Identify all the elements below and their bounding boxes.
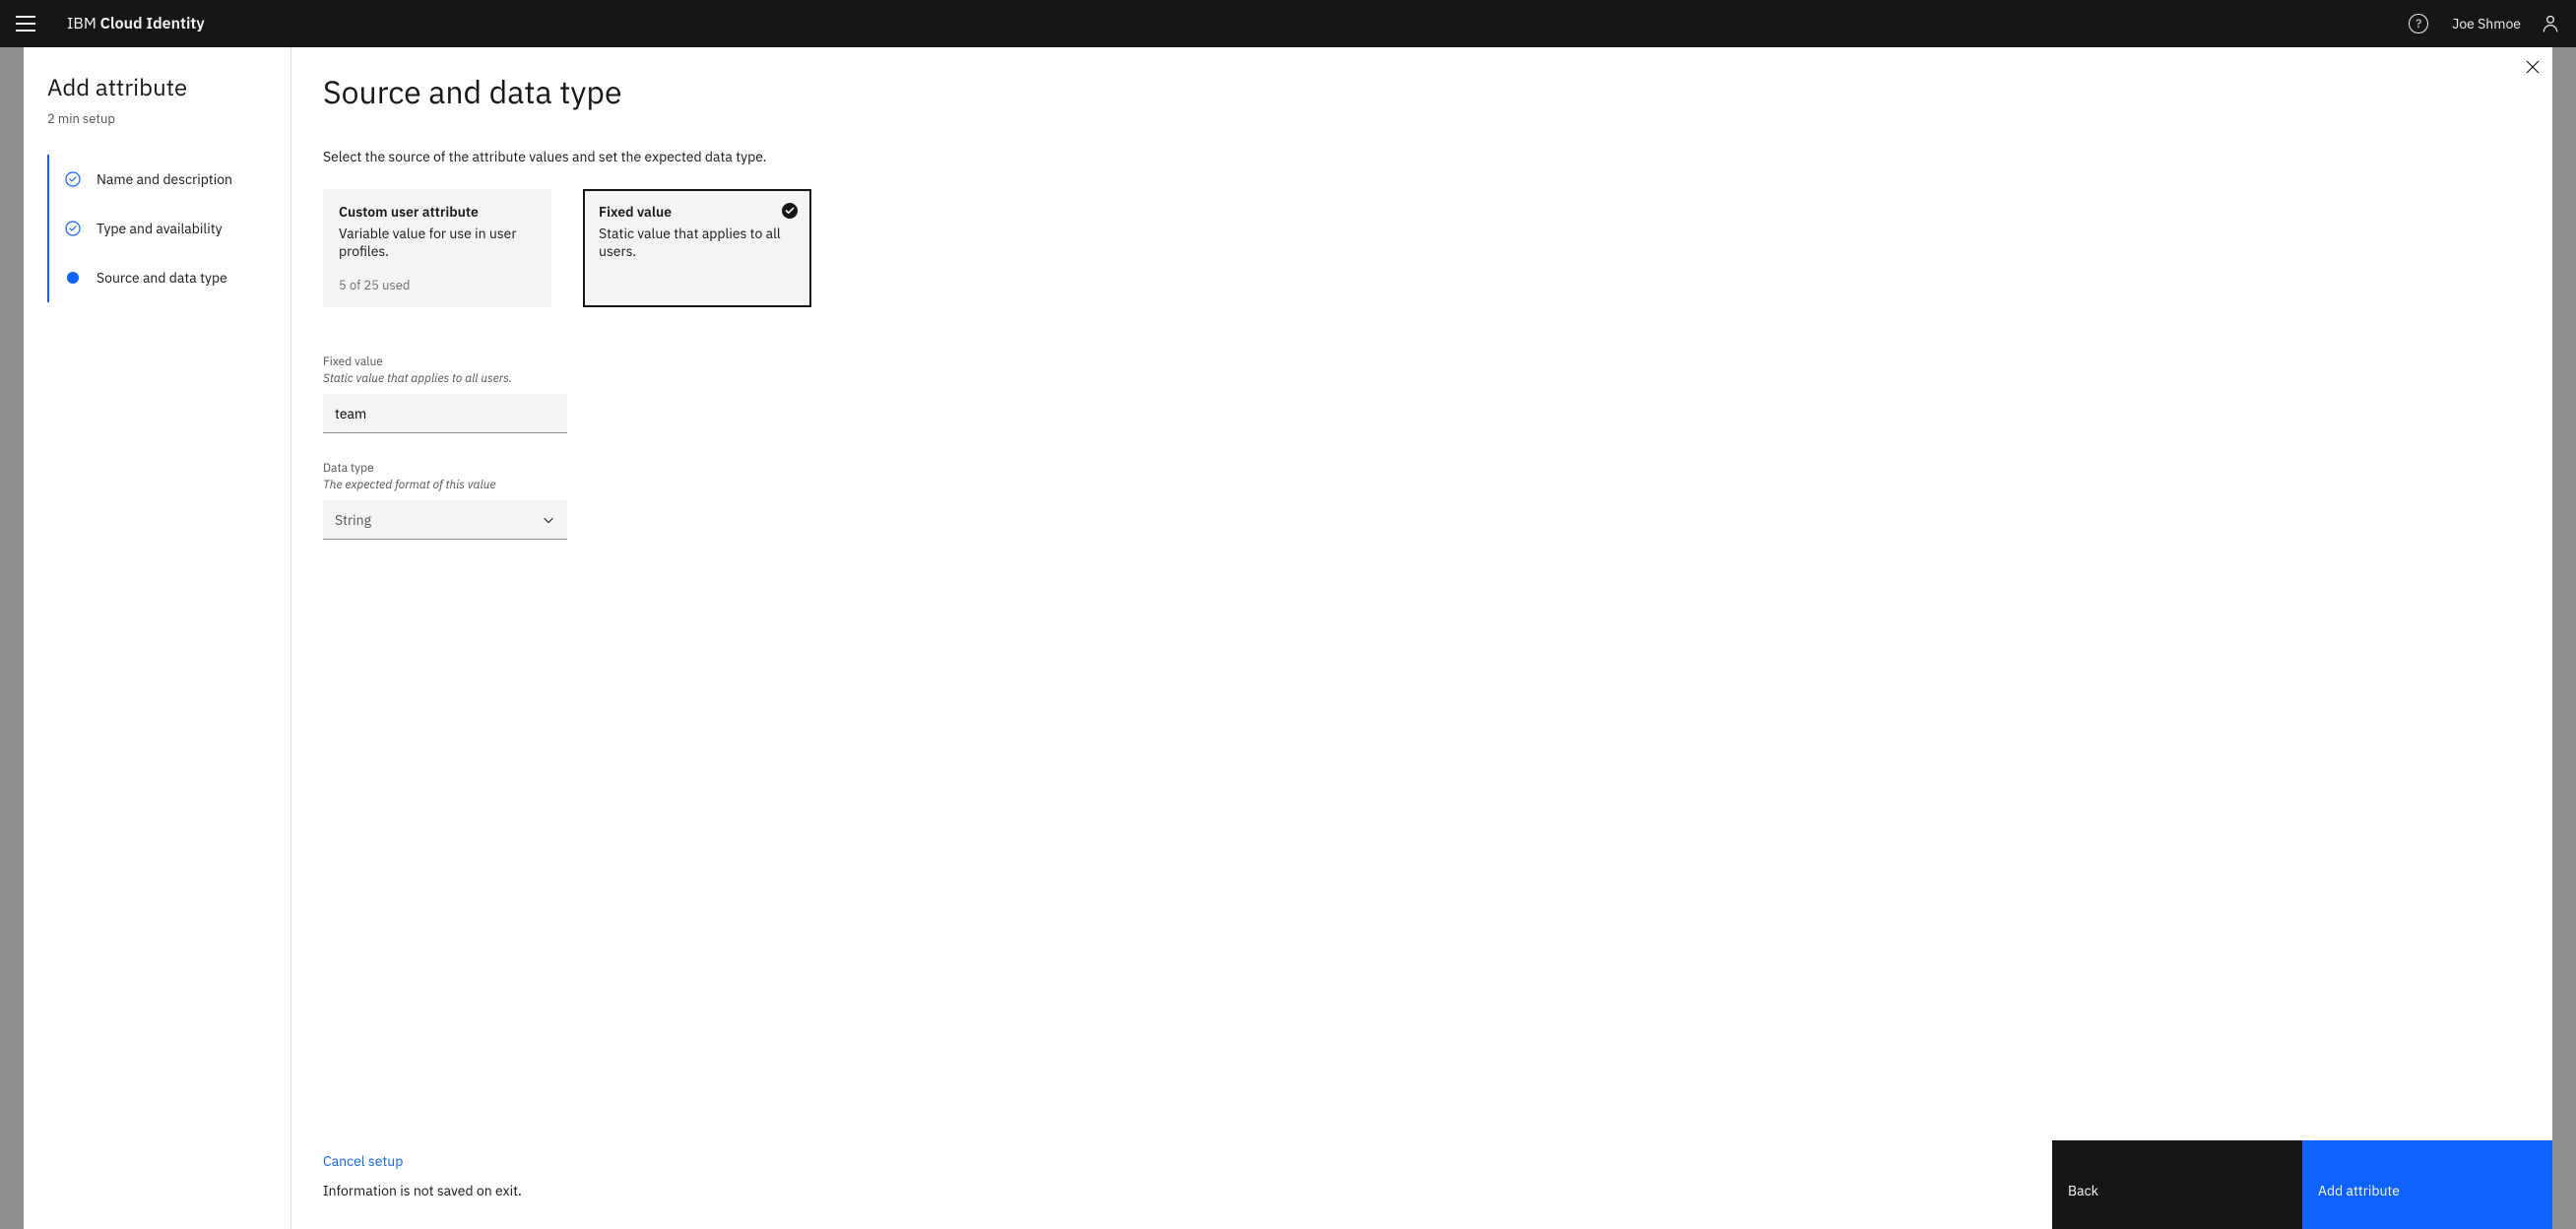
- avatar-icon[interactable]: [2541, 14, 2560, 33]
- tile-desc: Variable value for use in user profiles.: [339, 225, 536, 260]
- brand-name: Cloud Identity: [100, 14, 205, 33]
- page-title: Source and data type: [323, 71, 2521, 112]
- tile-fixed-value[interactable]: Fixed value Static value that applies to…: [583, 189, 811, 307]
- help-icon[interactable]: ?: [2409, 14, 2428, 33]
- tile-title: Fixed value: [599, 203, 796, 221]
- footer: Cancel setup Information is not saved on…: [291, 1140, 2552, 1229]
- current-step-icon: [65, 270, 81, 286]
- tile-custom-attribute[interactable]: Custom user attribute Variable value for…: [323, 189, 551, 307]
- tile-desc: Static value that applies to all users.: [599, 225, 796, 260]
- add-attribute-button[interactable]: Add attribute: [2302, 1140, 2552, 1229]
- checkmark-filled-icon: [782, 203, 798, 219]
- back-button[interactable]: Back: [2052, 1140, 2302, 1229]
- step-type-availability[interactable]: Type and availability: [65, 204, 267, 253]
- page-description: Select the source of the attribute value…: [323, 148, 2521, 165]
- app-header: IBM Cloud Identity ? Joe Shmoe: [0, 0, 2576, 47]
- data-type-field-group: Data type The expected format of this va…: [323, 461, 2521, 540]
- brand-prefix: IBM: [67, 14, 97, 33]
- modal: Add attribute 2 min setup Name and descr…: [24, 47, 2552, 1229]
- footer-left: Cancel setup Information is not saved on…: [291, 1140, 2052, 1229]
- progress-steps: Name and description Type and availabili…: [47, 155, 267, 302]
- fixed-value-input[interactable]: [323, 394, 567, 433]
- step-label: Type and availability: [97, 220, 223, 237]
- brand: IBM Cloud Identity: [67, 14, 205, 33]
- checkmark-outline-icon: [65, 171, 81, 187]
- username: Joe Shmoe: [2452, 15, 2521, 32]
- menu-icon[interactable]: [16, 14, 35, 33]
- field-helper: Static value that applies to all users.: [323, 371, 2521, 386]
- field-label: Data type: [323, 461, 2521, 476]
- select-value: String: [335, 511, 371, 529]
- close-icon[interactable]: [2525, 59, 2541, 75]
- tile-footer: 5 of 25 used: [339, 277, 410, 293]
- step-name-description[interactable]: Name and description: [65, 155, 267, 204]
- field-label: Fixed value: [323, 355, 2521, 369]
- cancel-setup-link[interactable]: Cancel setup: [323, 1152, 2021, 1170]
- step-label: Name and description: [97, 170, 232, 188]
- chevron-down-icon: [542, 513, 555, 527]
- data-type-select[interactable]: String: [323, 500, 567, 540]
- step-label: Source and data type: [97, 269, 227, 287]
- fade-overlay: [291, 1071, 2552, 1140]
- source-tiles: Custom user attribute Variable value for…: [323, 189, 2521, 307]
- sidebar-subtitle: 2 min setup: [47, 110, 267, 127]
- sidebar: Add attribute 2 min setup Name and descr…: [24, 47, 291, 1229]
- not-saved-text: Information is not saved on exit.: [323, 1182, 2021, 1199]
- tile-title: Custom user attribute: [339, 203, 536, 221]
- step-source-data-type[interactable]: Source and data type: [65, 253, 267, 302]
- checkmark-outline-icon: [65, 221, 81, 236]
- fixed-value-field-group: Fixed value Static value that applies to…: [323, 355, 2521, 433]
- sidebar-title: Add attribute: [47, 71, 267, 102]
- main-panel: Source and data type Select the source o…: [291, 47, 2552, 1229]
- field-helper: The expected format of this value: [323, 478, 2521, 492]
